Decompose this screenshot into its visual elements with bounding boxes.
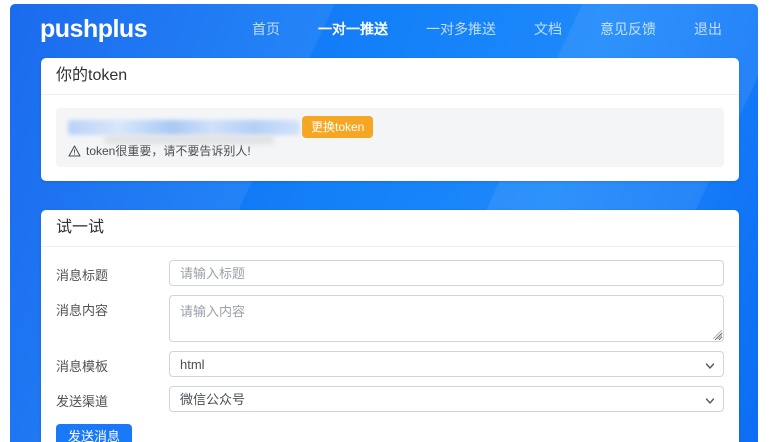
try-card-header: 试一试 <box>41 210 739 247</box>
title-label: 消息标题 <box>56 260 169 284</box>
token-panel: 更换token token很重要，请不要告诉别人! <box>56 108 724 167</box>
channel-select[interactable]: 微信公众号 <box>169 386 724 412</box>
send-message-button[interactable]: 发送消息 <box>56 424 132 442</box>
token-card-header: 你的token <box>41 58 739 95</box>
token-card-title: 你的token <box>56 66 724 86</box>
channel-select-wrap: 微信公众号 <box>169 386 724 412</box>
warning-triangle-icon <box>68 145 81 157</box>
content-textarea-wrap <box>169 295 724 342</box>
template-select[interactable]: html <box>169 351 724 377</box>
change-token-button[interactable]: 更换token <box>302 116 373 138</box>
channel-label: 发送渠道 <box>56 386 169 410</box>
form-row-channel: 发送渠道 微信公众号 <box>56 386 724 412</box>
nav-item-docs[interactable]: 文档 <box>534 19 562 39</box>
try-card-body: 消息标题 消息内容 消息模板 html <box>41 247 739 442</box>
top-nav: pushplus 首页 一对一推送 一对多推送 文档 意见反馈 退出 <box>10 4 758 54</box>
title-input[interactable] <box>169 260 724 286</box>
form-row-content: 消息内容 <box>56 295 724 342</box>
token-card: 你的token 更换token token很重 <box>41 58 739 181</box>
nav-item-one-to-many[interactable]: 一对多推送 <box>426 19 496 39</box>
nav-item-logout[interactable]: 退出 <box>694 19 722 39</box>
content-label: 消息内容 <box>56 295 169 319</box>
brand-logo[interactable]: pushplus <box>40 15 147 44</box>
nav-item-home[interactable]: 首页 <box>252 19 280 39</box>
nav-item-one-to-one[interactable]: 一对一推送 <box>318 19 388 39</box>
form-row-title: 消息标题 <box>56 260 724 286</box>
token-card-body: 更换token token很重要，请不要告诉别人! <box>41 95 739 181</box>
token-warning-text: token很重要，请不要告诉别人! <box>86 142 251 159</box>
nav-menu: 首页 一对一推送 一对多推送 文档 意见反馈 退出 <box>252 19 722 39</box>
page-background: pushplus 首页 一对一推送 一对多推送 文档 意见反馈 退出 你的tok… <box>10 4 758 442</box>
template-select-wrap: html <box>169 351 724 377</box>
template-label: 消息模板 <box>56 351 169 375</box>
content-textarea[interactable] <box>169 295 724 342</box>
nav-item-feedback[interactable]: 意见反馈 <box>600 19 656 39</box>
masked-token-shadow <box>104 136 274 144</box>
token-row: 更换token <box>68 117 712 137</box>
try-card: 试一试 消息标题 消息内容 消息模板 html <box>41 210 739 442</box>
try-card-title: 试一试 <box>56 218 724 238</box>
form-row-template: 消息模板 html <box>56 351 724 377</box>
token-warning-row: token很重要，请不要告诉别人! <box>68 142 712 159</box>
masked-token-value <box>68 120 300 135</box>
title-input-wrap <box>169 260 724 286</box>
